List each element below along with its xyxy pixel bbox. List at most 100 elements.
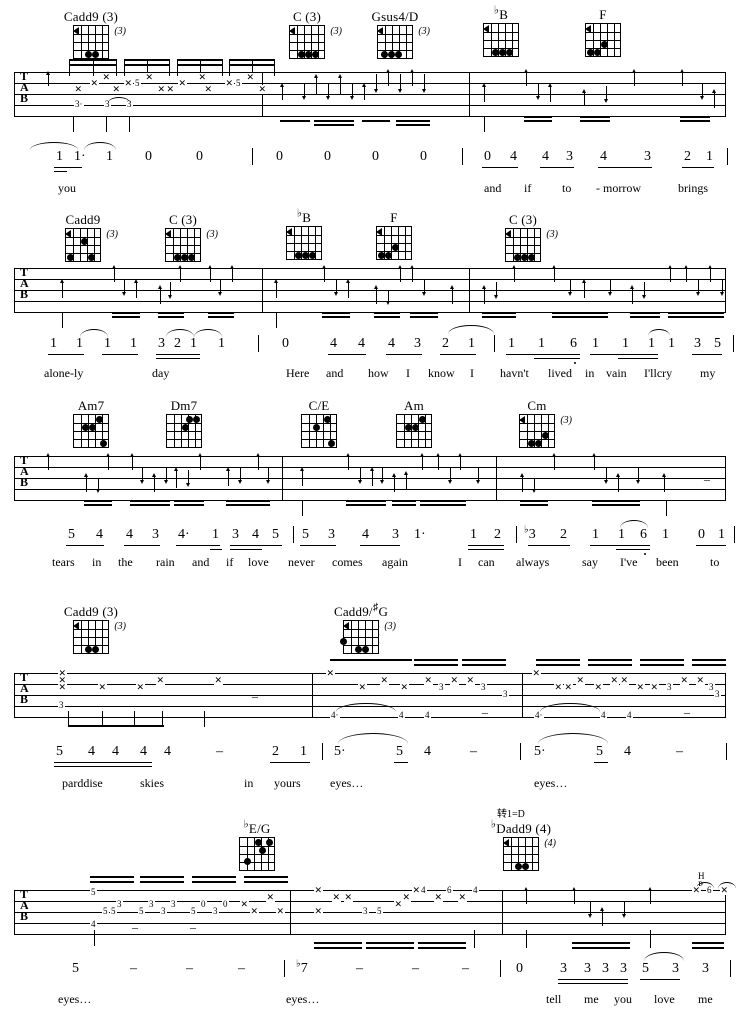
lyric: and: [484, 181, 502, 195]
chord-grid: [73, 25, 109, 59]
note: 3: [584, 961, 591, 976]
chord-diagram-cadd9-s1: Cadd9 (3) (3): [48, 10, 134, 64]
chord-name: Cadd9 (3): [63, 9, 119, 24]
measure-bar: [726, 743, 728, 760]
note: 0: [196, 149, 203, 164]
note: 1: [706, 149, 713, 164]
tab-staff-1: TAB ✕ ✕ ✕ ✕ ✕ 5 ✕ ✕ ✕ ✕ ✕ ✕ ✕ 5 ✕ ✕ 3· 3…: [14, 59, 726, 132]
note: 4: [510, 149, 517, 164]
lyric: I: [458, 555, 462, 569]
note: 1: [662, 527, 669, 542]
note: 1: [508, 336, 515, 351]
note: 5: [714, 336, 721, 351]
chord-grid: [165, 228, 201, 262]
chord-name: C (3): [168, 212, 198, 227]
lyric: you: [58, 181, 76, 195]
note: 5: [56, 744, 63, 759]
lyric: to: [710, 555, 720, 569]
lyric: tears: [52, 555, 75, 569]
note: 4: [624, 744, 631, 759]
lyric: and: [192, 555, 210, 569]
measure-bar: [730, 960, 732, 977]
note: 3: [158, 336, 165, 351]
chord-fret-number: (3): [418, 26, 430, 37]
note: 5: [302, 527, 309, 542]
note: 1: [76, 336, 83, 351]
note-dash: –: [676, 744, 683, 759]
measure-bar: [252, 148, 254, 165]
chord-fret-number: (3): [106, 229, 118, 240]
note-dash: –: [412, 961, 419, 976]
note: 5·: [534, 744, 546, 759]
lyric: eyes…: [58, 992, 92, 1006]
note: 5: [68, 527, 75, 542]
lyric: havn't: [500, 366, 529, 380]
note: 5: [642, 961, 649, 976]
tab-clef-letters: TAB: [20, 69, 29, 105]
music-system-5: ♭E/G 转1=D ♭Dadd9 (4) (4) T A B 5 3 5 5 5…: [0, 800, 740, 1021]
note: 1: [622, 336, 629, 351]
tab-clef-letters: TAB: [20, 887, 29, 923]
lyric: tell: [546, 992, 562, 1006]
chord-grid: [73, 620, 109, 654]
lyric: the: [118, 555, 133, 569]
lyric: say: [582, 555, 598, 569]
lyric: I: [470, 366, 474, 380]
note: 0: [484, 149, 491, 164]
note: 0: [698, 527, 705, 542]
lyric: I've: [620, 555, 638, 569]
chord-fret-number: (3): [114, 26, 126, 37]
chord-name: F: [390, 210, 398, 225]
note: 1: [56, 149, 63, 164]
note: 4: [112, 744, 119, 759]
lyric: been: [656, 555, 679, 569]
chord-name: Cm: [527, 398, 547, 413]
chord-grid: [396, 414, 432, 448]
lyric: to: [562, 181, 572, 195]
note: 3: [392, 527, 399, 542]
note: 1: [648, 336, 655, 351]
jianpu-row-3: 5 4 4 3 4· 1 3 4 5 5 3 4 3 1· 1 2 ♭3 2 1…: [0, 520, 740, 556]
note-dash: –: [356, 961, 363, 976]
chord-fret-number: (3): [560, 415, 572, 426]
note: 0: [420, 149, 427, 164]
note: 2: [272, 744, 279, 759]
chord-name: Am7: [77, 398, 105, 413]
note: 1: [618, 527, 625, 542]
note: 1: [592, 336, 599, 351]
lyric: in: [585, 366, 595, 380]
chord-diagram-cm: Cm (3): [508, 398, 572, 453]
note: 3: [602, 961, 609, 976]
tab-staff-5: TAB 5 3 5 5 5 3 3 3 5 0 3 0 ✕ ✕ ✕ ✕ 4 – …: [14, 872, 736, 949]
note: 4: [358, 336, 365, 351]
note-dash: –: [216, 744, 223, 759]
note: 4: [542, 149, 549, 164]
chord-diagram-bflat-s1: ♭B: [475, 5, 527, 62]
chord-grid: [376, 226, 412, 260]
chord-name: Dm7: [170, 398, 198, 413]
note: 3: [620, 961, 627, 976]
note: 2: [684, 149, 691, 164]
measure-bar: [516, 526, 518, 543]
chord-fret-number: (3): [206, 229, 218, 240]
chord-name: Am: [404, 398, 424, 413]
chord-diagram-cadd9-s2: Cadd9 (3): [48, 213, 118, 267]
note: 3: [672, 961, 679, 976]
chord-diagram-c-e: C/E: [290, 399, 348, 453]
note: ♭7: [296, 958, 308, 976]
lyric: I'llcry: [644, 366, 673, 380]
note: 1: [300, 744, 307, 759]
lyric: brings: [678, 181, 708, 195]
chord-diagram-dflat-add9: ♭Dadd9 (4) (4): [475, 819, 567, 876]
note-dash: –: [470, 744, 477, 759]
chord-grid: [73, 414, 109, 448]
note: 1: [104, 336, 111, 351]
measure-bar: [733, 335, 735, 352]
chord-name: F: [599, 7, 607, 22]
measure-bar: [494, 335, 496, 352]
chord-diagram-am7: Am7: [62, 399, 120, 453]
note: 0: [276, 149, 283, 164]
note: 2: [174, 336, 181, 351]
note-dash: –: [186, 961, 193, 976]
note: 1: [190, 336, 197, 351]
